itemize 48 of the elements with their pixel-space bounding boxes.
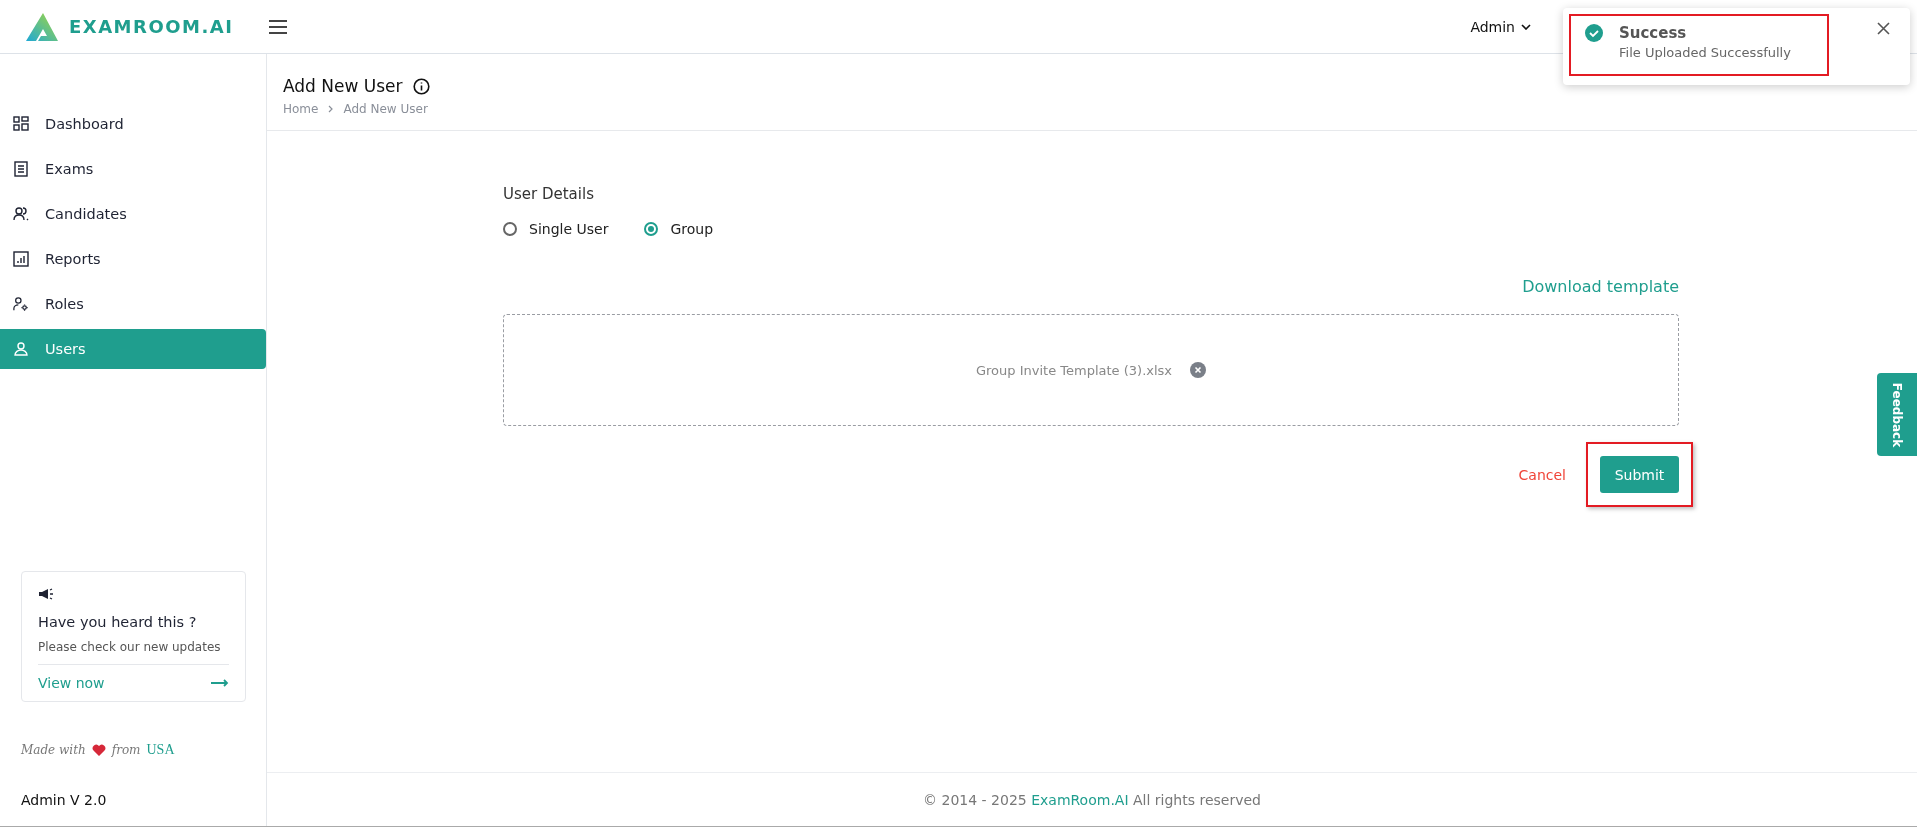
user-menu[interactable]: Admin xyxy=(1464,17,1537,36)
info-icon[interactable] xyxy=(412,77,430,95)
close-button[interactable] xyxy=(1877,22,1890,35)
chevron-icon xyxy=(328,105,334,113)
user-gear-icon xyxy=(13,296,29,312)
made-with-text: Made with xyxy=(21,743,86,757)
file-name: Group Invite Template (3).xlsx xyxy=(975,362,1173,378)
download-link[interactable]: Download template xyxy=(1522,277,1679,296)
logo-icon xyxy=(25,11,61,42)
user-icon xyxy=(13,341,29,357)
nav-item[interactable]: Exams xyxy=(0,149,266,189)
upload-area[interactable]: Group Invite Template (3).xlsx xyxy=(503,314,1679,426)
from-text: from xyxy=(111,743,141,757)
company-link[interactable]: ExamRoom.AI xyxy=(1031,791,1129,808)
section-title: User Details xyxy=(503,185,595,203)
nav-item[interactable]: Roles xyxy=(0,284,266,324)
toast-title: Success xyxy=(1619,24,1688,42)
nav-item[interactable]: Dashboard xyxy=(0,104,266,144)
document-icon xyxy=(13,161,29,177)
nav-item[interactable]: Reports xyxy=(0,239,266,279)
view-now-link[interactable]: View now xyxy=(38,675,229,691)
megaphone-icon xyxy=(38,588,54,600)
country-text: USA xyxy=(146,742,175,758)
arrow-right-icon xyxy=(211,679,229,687)
page-title: Add New User xyxy=(283,76,403,96)
check-icon xyxy=(1585,24,1603,42)
version-text: Admin V 2.0 xyxy=(21,792,108,808)
submit-button[interactable]: Submit xyxy=(1600,456,1679,493)
card-title: Have you heard this ? xyxy=(38,614,198,630)
nav-item[interactable]: Candidates xyxy=(0,194,266,234)
nav-item[interactable]: Users xyxy=(0,329,266,369)
breadcrumb-item[interactable]: Home xyxy=(283,102,319,116)
remove-icon[interactable] xyxy=(1190,362,1207,378)
cancel-button[interactable]: Cancel xyxy=(1512,465,1572,484)
chart-icon xyxy=(13,251,29,267)
feedback-tab[interactable]: Feedback xyxy=(1877,373,1917,456)
radio-option[interactable]: Group xyxy=(644,221,714,237)
heart-icon xyxy=(91,744,106,756)
card-text: Please check our new updates xyxy=(38,640,229,665)
breadcrumb-item: Add New User xyxy=(343,102,428,116)
logo-text: EXAMROOM.AI xyxy=(69,16,234,37)
toast-message: File Uploaded Successfully xyxy=(1619,45,1791,60)
menu-button[interactable] xyxy=(267,17,290,36)
radio-option[interactable]: Single User xyxy=(503,221,609,237)
copyright-text: © 2014 - 2025 ExamRoom.AI All rights reserved xyxy=(923,791,1261,808)
grid-icon xyxy=(13,116,29,132)
chevron-down-icon xyxy=(1521,23,1531,30)
people-icon xyxy=(13,206,29,222)
